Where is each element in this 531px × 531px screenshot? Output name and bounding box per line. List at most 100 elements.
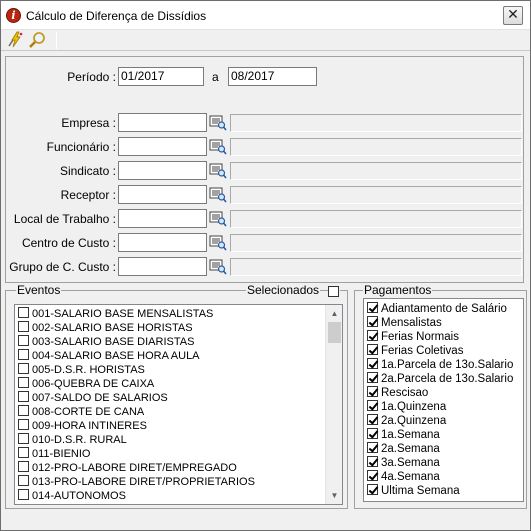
lookup-icon[interactable]: [209, 210, 227, 227]
pagamento-item[interactable]: Rescisao: [367, 386, 428, 400]
evento-label: 002-SALARIO BASE HORISTAS: [32, 322, 193, 334]
pagamento-item[interactable]: 1a.Semana: [367, 428, 440, 442]
pagamento-checkbox[interactable]: [367, 400, 378, 411]
evento-item[interactable]: 005-D.S.R. HORISTAS: [18, 363, 145, 377]
evento-checkbox[interactable]: [18, 363, 29, 374]
pagamento-label: Ferias Coletivas: [381, 345, 464, 357]
sindicato-description: [230, 162, 522, 180]
pagamento-checkbox[interactable]: [367, 372, 378, 383]
pagamento-checkbox[interactable]: [367, 470, 378, 481]
pagamento-checkbox[interactable]: [367, 344, 378, 355]
lightning-run-icon[interactable]: [6, 31, 26, 49]
pagamento-item[interactable]: 3a.Semana: [367, 456, 440, 470]
pagamento-item[interactable]: 1a.Quinzena: [367, 400, 446, 414]
evento-item[interactable]: 008-CORTE DE CANA: [18, 405, 144, 419]
receptor-label: Receptor :: [60, 188, 116, 202]
scroll-thumb[interactable]: [328, 322, 341, 343]
period-from-input[interactable]: 01/2017: [118, 67, 204, 86]
grupo-de-c-custo-label: Grupo de C. Custo :: [9, 260, 116, 274]
evento-label: 014-AUTONOMOS: [32, 490, 126, 502]
evento-item[interactable]: 013-PRO-LABORE DIRET/PROPRIETARIOS: [18, 475, 255, 489]
pagamento-checkbox[interactable]: [367, 414, 378, 425]
evento-checkbox[interactable]: [18, 335, 29, 346]
evento-item[interactable]: 009-HORA INTINERES: [18, 419, 147, 433]
funcionario-description: [230, 138, 522, 156]
pagamento-item[interactable]: 4a.Semana: [367, 470, 440, 484]
evento-item[interactable]: 001-SALARIO BASE MENSALISTAS: [18, 307, 213, 321]
lookup-icon[interactable]: [209, 138, 227, 155]
sindicato-input[interactable]: [118, 161, 207, 180]
pagamento-checkbox[interactable]: [367, 330, 378, 341]
magnifier-icon[interactable]: [28, 31, 48, 49]
empresa-input[interactable]: [118, 113, 207, 132]
evento-checkbox[interactable]: [18, 475, 29, 486]
evento-label: 004-SALARIO BASE HORA AULA: [32, 350, 200, 362]
pagamento-checkbox[interactable]: [367, 442, 378, 453]
receptor-input[interactable]: [118, 185, 207, 204]
dialog-window: i Cálculo de Diferença de Dissídios ✕ Pe…: [0, 0, 531, 531]
evento-checkbox[interactable]: [18, 377, 29, 388]
evento-checkbox[interactable]: [18, 321, 29, 332]
eventos-group: Eventos Selecionados 001-SALARIO BASE ME…: [5, 283, 348, 509]
pagamento-item[interactable]: 2a.Semana: [367, 442, 440, 456]
evento-checkbox[interactable]: [18, 433, 29, 444]
evento-checkbox[interactable]: [18, 419, 29, 430]
selecionados-checkbox[interactable]: [328, 285, 340, 297]
period-to-input[interactable]: 08/2017: [228, 67, 317, 86]
toolbar: [1, 30, 530, 51]
pagamento-item[interactable]: Adiantamento de Salário: [367, 302, 507, 316]
evento-item[interactable]: 014-AUTONOMOS: [18, 489, 126, 503]
pagamento-label: 3a.Semana: [381, 457, 440, 469]
pagamento-item[interactable]: 1a.Parcela de 13o.Salario: [367, 358, 513, 372]
centro-de-custo-input[interactable]: [118, 233, 207, 252]
window-title: Cálculo de Diferença de Dissídios: [26, 9, 207, 23]
lookup-icon[interactable]: [209, 114, 227, 131]
pagamento-label: Ferias Normais: [381, 331, 459, 343]
pagamento-item[interactable]: Ferias Coletivas: [367, 344, 463, 358]
funcionario-input[interactable]: [118, 137, 207, 156]
scroll-down-arrow-icon[interactable]: ▼: [326, 487, 342, 504]
evento-checkbox[interactable]: [18, 349, 29, 360]
evento-item[interactable]: 003-SALARIO BASE DIARISTAS: [18, 335, 194, 349]
evento-item[interactable]: 012-PRO-LABORE DIRET/EMPREGADO: [18, 461, 237, 475]
pagamento-item[interactable]: Ultima Semana: [367, 484, 460, 498]
evento-checkbox[interactable]: [18, 461, 29, 472]
evento-item[interactable]: 002-SALARIO BASE HORISTAS: [18, 321, 193, 335]
eventos-listbox[interactable]: 001-SALARIO BASE MENSALISTAS 002-SALARIO …: [14, 304, 343, 505]
pagamento-item[interactable]: 2a.Parcela de 13o.Salario: [367, 372, 513, 386]
pagamento-checkbox[interactable]: [367, 302, 378, 313]
evento-checkbox[interactable]: [18, 447, 29, 458]
pagamento-checkbox[interactable]: [367, 428, 378, 439]
evento-checkbox[interactable]: [18, 405, 29, 416]
title-bar: i Cálculo de Diferença de Dissídios ✕: [1, 1, 530, 30]
pagamento-checkbox[interactable]: [367, 358, 378, 369]
scroll-up-arrow-icon[interactable]: ▲: [326, 305, 342, 322]
evento-item[interactable]: 010-D.S.R. RURAL: [18, 433, 127, 447]
pagamento-checkbox[interactable]: [367, 316, 378, 327]
pagamentos-listbox[interactable]: Adiantamento de Salário Mensalistas Ferias…: [363, 298, 524, 502]
close-button[interactable]: ✕: [503, 6, 523, 25]
evento-checkbox[interactable]: [18, 307, 29, 318]
evento-item[interactable]: 006-QUEBRA DE CAIXA: [18, 377, 154, 391]
local-de-trabalho-description: [230, 210, 522, 228]
grupo-de-c-custo-input[interactable]: [118, 257, 207, 276]
evento-item[interactable]: 004-SALARIO BASE HORA AULA: [18, 349, 200, 363]
evento-item[interactable]: 011-BIENIO: [18, 447, 91, 461]
lookup-icon[interactable]: [209, 234, 227, 251]
evento-label: 001-SALARIO BASE MENSALISTAS: [32, 308, 214, 320]
lookup-icon[interactable]: [209, 186, 227, 203]
pagamento-item[interactable]: Ferias Normais: [367, 330, 459, 344]
eventos-scrollbar[interactable]: ▲ ▼: [325, 305, 342, 504]
lookup-icon[interactable]: [209, 258, 227, 275]
evento-checkbox[interactable]: [18, 489, 29, 500]
evento-checkbox[interactable]: [18, 391, 29, 402]
pagamento-checkbox[interactable]: [367, 386, 378, 397]
lookup-icon[interactable]: [209, 162, 227, 179]
pagamento-checkbox[interactable]: [367, 484, 378, 495]
local-de-trabalho-input[interactable]: [118, 209, 207, 228]
evento-item[interactable]: 007-SALDO DE SALARIOS: [18, 391, 168, 405]
pagamento-checkbox[interactable]: [367, 456, 378, 467]
pagamento-item[interactable]: 2a.Quinzena: [367, 414, 446, 428]
evento-label: 010-D.S.R. RURAL: [32, 434, 127, 446]
pagamento-item[interactable]: Mensalistas: [367, 316, 442, 330]
